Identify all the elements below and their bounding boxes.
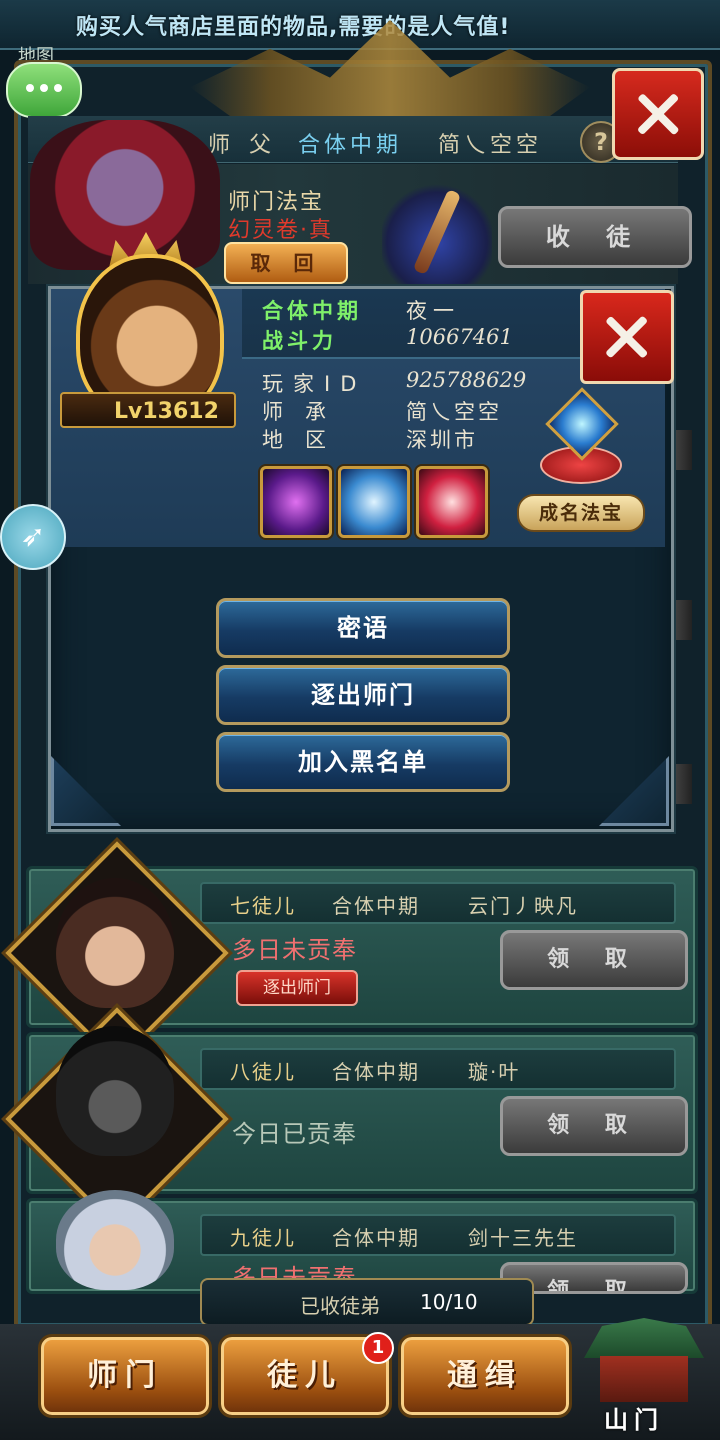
chat-bubble-icon[interactable] (6, 62, 82, 118)
close-icon (601, 311, 654, 364)
player-id-label: 玩家ID (262, 372, 367, 396)
master-realm: 合体中期 (298, 133, 403, 158)
combat-power-label: 战斗力 (262, 329, 337, 353)
whisper-button[interactable]: 密语 (216, 598, 510, 658)
announcement-marquee: 购买人气商店里面的物品,需要的是人气值! (0, 0, 720, 50)
tribute-status: 今日已贡奉 (232, 1120, 357, 1148)
player-level: Lv13612 (60, 392, 236, 428)
disciple-avatar[interactable] (56, 878, 174, 1008)
claim-tribute-button[interactable]: 领 取 (500, 1096, 688, 1156)
master-name: 简乀空空 (438, 133, 543, 158)
mountain-gate-label: 山门 (604, 1406, 664, 1434)
blue-sword-skill-icon[interactable] (338, 466, 410, 538)
player-realm: 合体中期 (262, 299, 362, 323)
disciple-row-header: 七徒儿 合体中期 云门丿映凡 (200, 882, 676, 924)
disciple-name: 剑十三先生 (468, 1226, 578, 1250)
disciple-row-header: 九徒儿 合体中期 剑十三先生 (200, 1214, 676, 1256)
disciple-realm: 合体中期 (332, 1060, 420, 1084)
tab-sect[interactable]: 师门 (38, 1334, 212, 1418)
combat-power-value: 10667461 (406, 325, 513, 349)
add-to-blacklist-button[interactable]: 加入黑名单 (216, 732, 510, 792)
tribute-status: 多日未贡奉 (232, 936, 357, 964)
disciple-realm: 合体中期 (332, 894, 420, 918)
announcement-text: 购买人气商店里面的物品,需要的是人气值! (76, 15, 511, 40)
disciple-avatar[interactable] (56, 1190, 174, 1290)
rocket-icon[interactable]: ➶ (0, 504, 66, 570)
player-avatar: Lv13612 (38, 232, 250, 438)
region-value: 深圳市 (406, 428, 478, 452)
disciple-rank: 七徒儿 (230, 894, 296, 918)
region-label: 地区 (262, 428, 348, 452)
pavilion-icon (584, 1318, 704, 1358)
disciple-count-bar: 已收徒弟 10/10 (200, 1278, 534, 1326)
disciple-rank: 八徒儿 (230, 1060, 296, 1084)
mountain-gate-button[interactable]: 山门 (578, 1316, 710, 1434)
player-name: 夜一 (406, 299, 460, 323)
player-id-value: 925788629 (406, 368, 527, 392)
disciple-name: 璇·叶 (468, 1060, 521, 1084)
notification-badge: 1 (362, 1332, 394, 1364)
purple-rose-skill-icon[interactable] (260, 466, 332, 538)
disciple-count-value: 10/10 (420, 1290, 478, 1314)
close-icon (632, 88, 684, 140)
dialog-close-button[interactable] (580, 290, 674, 384)
recruit-disciple-button[interactable]: 收 徒 (498, 206, 692, 268)
lineage-label: 师承 (262, 400, 348, 424)
panel-close-button[interactable] (612, 68, 704, 160)
disciple-name: 云门丿映凡 (468, 894, 578, 918)
claim-tribute-button[interactable]: 领 取 (500, 930, 688, 990)
expel-disciple-button[interactable]: 逐出师门 (236, 970, 358, 1006)
expel-from-sect-button[interactable]: 逐出师门 (216, 665, 510, 725)
scroll-treasure-icon (382, 180, 492, 284)
master-role-label: 师 父 (208, 133, 277, 158)
disciple-row-header: 八徒儿 合体中期 璇·叶 (200, 1048, 676, 1090)
disciple-avatar[interactable] (56, 1026, 174, 1156)
red-vortex-skill-icon[interactable] (416, 466, 488, 538)
disciple-rank: 九徒儿 (230, 1226, 296, 1250)
famous-treasure-icon[interactable] (536, 387, 622, 484)
disciple-count-label: 已收徒弟 (300, 1294, 380, 1318)
famous-treasure-label: 成名法宝 (517, 494, 645, 532)
lineage-value: 简乀空空 (406, 400, 502, 424)
disciple-realm: 合体中期 (332, 1226, 420, 1250)
tab-wanted[interactable]: 通缉 (398, 1334, 572, 1418)
